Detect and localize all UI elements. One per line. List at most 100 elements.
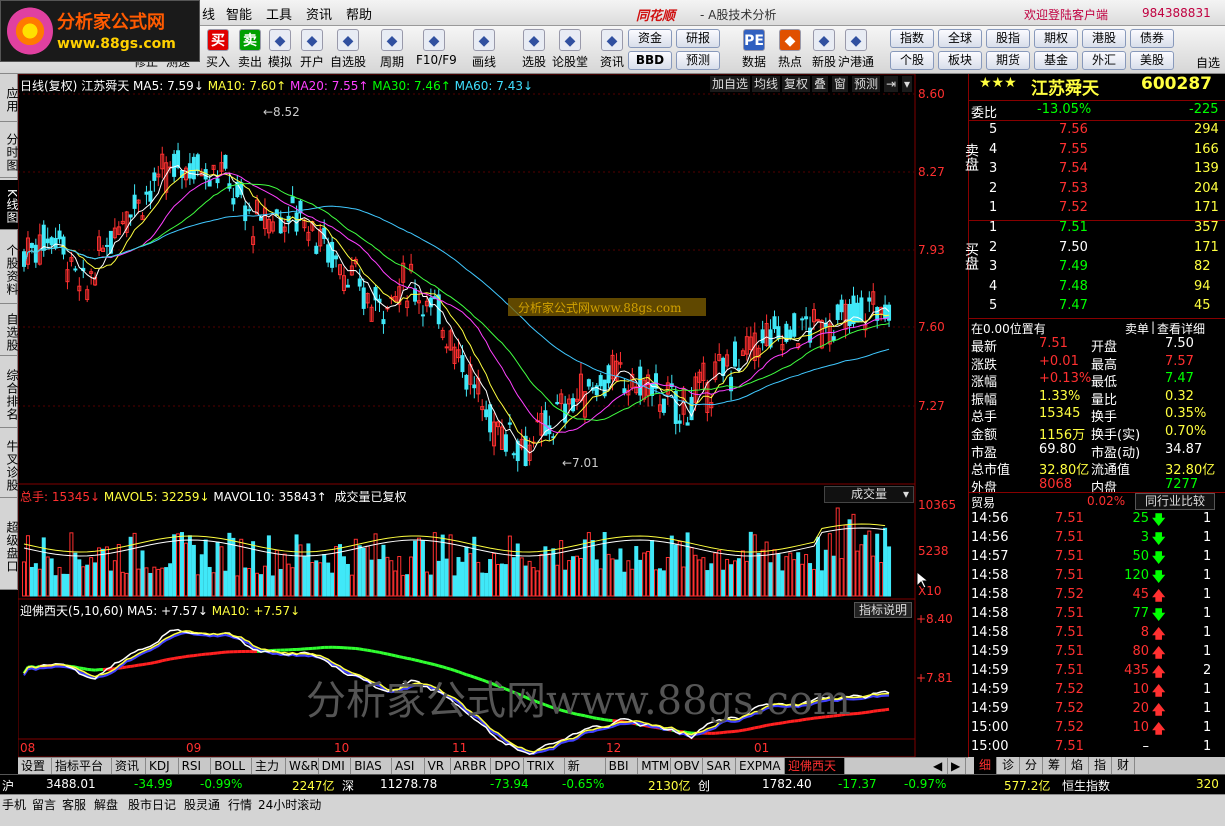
quick-link-row2-6[interactable]: 外汇: [1082, 51, 1126, 70]
left-tab-7[interactable]: 超级盘口: [0, 500, 19, 590]
menu-item-help[interactable]: 帮助: [346, 4, 372, 23]
toolbar-lock-button[interactable]: ◆ 开户: [294, 28, 330, 72]
quick-link-7[interactable]: 债券: [1130, 29, 1174, 48]
indicator-tab-9[interactable]: BIAS: [351, 758, 392, 775]
toolbar-pe-button[interactable]: PE 数据: [736, 28, 772, 72]
detail-tab-4[interactable]: 焰: [1066, 757, 1089, 774]
indicator-tab-1[interactable]: 指标平台: [52, 758, 112, 775]
left-tab-1[interactable]: 分时图: [0, 124, 19, 178]
left-tab-0[interactable]: 应用: [0, 74, 19, 122]
indicator-tab-6[interactable]: 主力: [252, 758, 286, 775]
indicator-tab-16[interactable]: BBI: [606, 758, 639, 775]
toolbar-star-button[interactable]: ◆ 自选股: [330, 28, 366, 72]
quick-link-row2-7[interactable]: 美股: [1130, 51, 1174, 70]
indicator-tab-7[interactable]: W&R: [286, 758, 319, 775]
pin-icon[interactable]: ⇥: [884, 76, 899, 92]
quick-link-row2-3[interactable]: 板块: [938, 51, 982, 70]
toolbar-f10-button[interactable]: ◆ F10/F9: [416, 28, 457, 72]
indicator-tab-10[interactable]: ASI: [392, 758, 425, 775]
indicator-tab-0[interactable]: 设置: [18, 758, 52, 775]
toolbar-ipo-button[interactable]: ◆ 新股: [806, 28, 842, 72]
toolbar-hot-button[interactable]: ◆ 热点: [772, 28, 808, 72]
indicator-tab-18[interactable]: OBV: [671, 758, 704, 775]
toolbar-pen-button[interactable]: ◆ 画线: [466, 28, 502, 72]
indicator-ma60-line: [457, 670, 463, 675]
watchlist-extra-button[interactable]: 自选: [1190, 54, 1225, 72]
left-tab-4[interactable]: 自选股: [0, 306, 19, 356]
price-axis-label: 7.93: [918, 243, 945, 257]
quick-link-row2-5[interactable]: 基金: [1034, 51, 1078, 70]
quick-link-0[interactable]: 资金: [628, 29, 672, 48]
view-detail-link[interactable]: 查看详细: [1157, 320, 1205, 337]
quick-link-row2-2[interactable]: 个股: [890, 51, 934, 70]
dropdown-arrow-icon[interactable]: ▾: [902, 76, 913, 92]
toolbar-hk-connect-button[interactable]: ◆ 沪港通: [838, 28, 874, 72]
volume-bar: [618, 548, 623, 597]
indicator-tab-11[interactable]: VR: [425, 758, 451, 775]
indicator-tab-17[interactable]: MTM: [638, 758, 671, 775]
indicator-tab-2[interactable]: 资讯: [112, 758, 146, 775]
left-tab-6[interactable]: 牛叉诊股: [0, 430, 19, 498]
indicator-tab-20[interactable]: EXPMA: [736, 758, 785, 775]
indicator-tab-4[interactable]: RSI: [179, 758, 212, 775]
left-tab-5[interactable]: 综合排名: [0, 358, 19, 428]
menu-item-news[interactable]: 资讯: [306, 4, 332, 23]
detail-tab-0[interactable]: 细: [974, 757, 997, 774]
menu-item-tools[interactable]: 工具: [266, 4, 292, 23]
toolbar-hammer-button[interactable]: ◆ 模拟: [262, 28, 298, 72]
toolbar-screen-button[interactable]: ◆ 选股: [516, 28, 552, 72]
tick-volume: 3: [1140, 530, 1149, 545]
level-number: 4: [989, 141, 998, 157]
toolbar-clock-button[interactable]: ◆ 周期: [374, 28, 410, 72]
quick-link-row2-0[interactable]: BBD: [628, 51, 672, 70]
industry-compare-button[interactable]: 同行业比较: [1135, 493, 1215, 510]
kline-btn-5[interactable]: 预测: [852, 76, 881, 92]
kline-btn-3[interactable]: 叠: [812, 76, 829, 92]
detail-tab-2[interactable]: 分: [1020, 757, 1043, 774]
detail-tab-6[interactable]: 财: [1112, 757, 1135, 774]
scroll-left-icon[interactable]: ◀: [930, 758, 948, 775]
quick-link-1[interactable]: 研报: [676, 29, 720, 48]
volume-bar: [65, 573, 70, 597]
toolbar-forum-button[interactable]: ◆ 论股堂: [552, 28, 588, 72]
indicator-tab-14[interactable]: TRIX: [524, 758, 565, 775]
quick-link-4[interactable]: 股指: [986, 29, 1030, 48]
indicator-tab-5[interactable]: BOLL: [211, 758, 252, 775]
volume-bar: [488, 559, 493, 597]
indicator-select[interactable]: 成交量 ▾: [824, 486, 914, 503]
candle-body: [685, 422, 690, 426]
quick-link-2[interactable]: 指数: [890, 29, 934, 48]
left-tab-3[interactable]: 个股资料: [0, 232, 19, 304]
scroll-right-icon[interactable]: ▶: [948, 758, 966, 775]
kline-btn-4[interactable]: 窗: [832, 76, 849, 92]
indicator-tab-19[interactable]: SAR: [703, 758, 736, 775]
volume-bar: [792, 559, 797, 597]
indicator-tab-13[interactable]: DPO: [491, 758, 524, 775]
left-tab-2[interactable]: K线图: [0, 180, 19, 230]
indicator-help-button[interactable]: 指标说明: [854, 602, 912, 618]
toolbar-news-button[interactable]: ◆ 资讯: [594, 28, 630, 72]
volume-bar: [492, 553, 497, 597]
indicator-tab-12[interactable]: ARBR: [451, 758, 492, 775]
detail-tab-5[interactable]: 指: [1089, 757, 1112, 774]
quick-link-row2-4[interactable]: 期货: [986, 51, 1030, 70]
menu-item-line[interactable]: 线: [202, 4, 215, 23]
quick-link-5[interactable]: 期权: [1034, 29, 1078, 48]
quick-link-3[interactable]: 全球: [938, 29, 982, 48]
quick-link-6[interactable]: 港股: [1082, 29, 1126, 48]
indicator-tab-8[interactable]: DMI: [319, 758, 352, 775]
left-tab-bar: 应用分时图 K线图个股资料自选股综合排名牛叉诊股超级盘口: [0, 74, 19, 590]
indicator-tab-15[interactable]: 新DMA: [565, 758, 606, 789]
kline-btn-1[interactable]: 均线: [752, 76, 781, 92]
kline-btn-2[interactable]: 复权: [782, 76, 811, 92]
toolbar-buy-button[interactable]: 买买入: [200, 28, 236, 72]
quick-link-row2-1[interactable]: 预测: [676, 51, 720, 70]
detail-tab-3[interactable]: 筹: [1043, 757, 1066, 774]
kline-btn-0[interactable]: 加自选: [710, 76, 751, 92]
indicator-tab-3[interactable]: KDJ: [146, 758, 179, 775]
welcome-link[interactable]: 欢迎登陆客户端: [1024, 6, 1108, 23]
menu-item-smart[interactable]: 智能: [226, 4, 252, 23]
indicator-tab-21[interactable]: 迎佛西天: [785, 758, 845, 775]
volume-bar: [294, 534, 299, 597]
detail-tab-1[interactable]: 诊: [997, 757, 1020, 774]
